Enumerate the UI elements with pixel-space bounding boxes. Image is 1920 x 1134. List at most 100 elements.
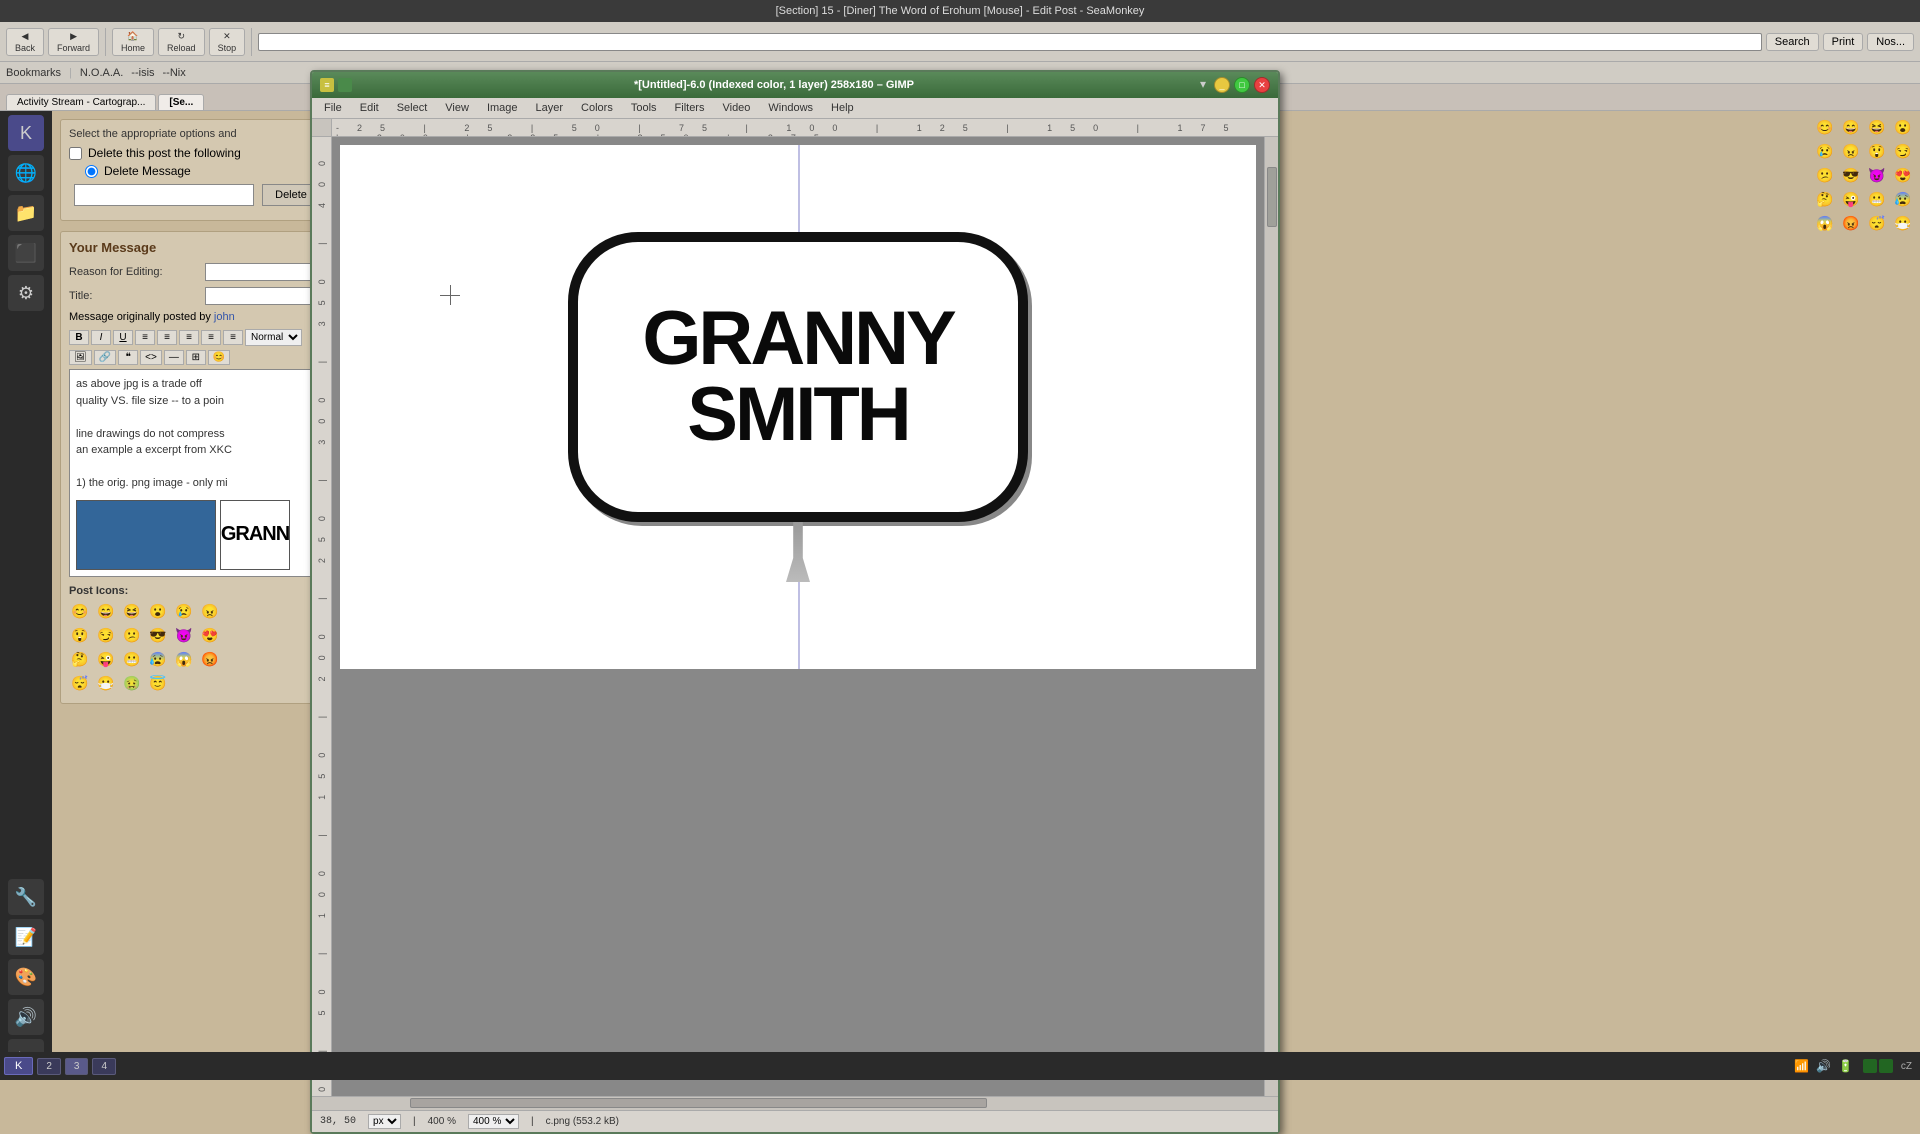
emoji-btn-5[interactable]: 😠: [199, 601, 221, 623]
emoji-btn-7[interactable]: 😏: [95, 625, 117, 647]
emoji-btn-6[interactable]: 😲: [69, 625, 91, 647]
emoji-btn-8[interactable]: 😕: [121, 625, 143, 647]
emoji-btn-13[interactable]: 😜: [95, 649, 117, 671]
gimp-unit-select[interactable]: px: [368, 1114, 401, 1129]
reload-button[interactable]: ↻ Reload: [158, 28, 205, 56]
bookmark-noaa[interactable]: N.O.A.A.: [80, 67, 123, 79]
right-emoji-6[interactable]: 😲: [1866, 140, 1888, 162]
emoji-btn-14[interactable]: 😬: [121, 649, 143, 671]
taskbar-item-4[interactable]: 4: [92, 1058, 116, 1075]
stop-button[interactable]: ✕ Stop: [209, 28, 246, 56]
gimp-menu-layer[interactable]: Layer: [528, 100, 572, 116]
editor-italic-btn[interactable]: I: [91, 330, 111, 345]
gimp-menu-windows[interactable]: Windows: [760, 100, 821, 116]
right-emoji-12[interactable]: 🤔: [1814, 188, 1836, 210]
gimp-vertical-scrollbar[interactable]: [1264, 137, 1278, 1096]
editor-link-btn[interactable]: 🔗: [94, 350, 116, 365]
taskbar-item-2[interactable]: 2: [37, 1058, 61, 1075]
bookmark-nix[interactable]: --Nix: [163, 67, 186, 79]
delete-message-radio[interactable]: [85, 165, 98, 178]
emoji-btn-9[interactable]: 😎: [147, 625, 169, 647]
kde-settings-icon[interactable]: ⚙: [8, 275, 44, 311]
editor-font-select[interactable]: Normal: [245, 329, 302, 346]
kde-start-icon[interactable]: K: [8, 115, 44, 151]
right-emoji-0[interactable]: 😊: [1814, 116, 1836, 138]
bookmarks-label[interactable]: Bookmarks: [6, 67, 61, 79]
emoji-btn-21[interactable]: 😇: [147, 673, 169, 695]
right-emoji-15[interactable]: 😰: [1892, 188, 1914, 210]
right-emoji-10[interactable]: 😈: [1866, 164, 1888, 186]
kde-icon-3[interactable]: 🎨: [8, 959, 44, 995]
right-emoji-14[interactable]: 😬: [1866, 188, 1888, 210]
right-emoji-9[interactable]: 😎: [1840, 164, 1862, 186]
editor-quote-btn[interactable]: ❝: [118, 350, 138, 365]
reason-input[interactable]: [205, 263, 325, 281]
kde-folder-icon[interactable]: 📁: [8, 195, 44, 231]
systray-volume-icon[interactable]: 🔊: [1815, 1057, 1833, 1075]
editor-underline-btn[interactable]: U: [113, 330, 133, 345]
kde-icon-4[interactable]: 🔊: [8, 999, 44, 1035]
right-emoji-17[interactable]: 😡: [1840, 212, 1862, 234]
emoji-btn-10[interactable]: 😈: [173, 625, 195, 647]
gimp-icon[interactable]: [338, 78, 352, 92]
right-emoji-1[interactable]: 😄: [1840, 116, 1862, 138]
emoji-btn-11[interactable]: 😍: [199, 625, 221, 647]
editor-emoticon-btn[interactable]: 😊: [208, 350, 230, 365]
forward-button[interactable]: ▶ Forward: [48, 28, 99, 56]
gimp-menu-image[interactable]: Image: [479, 100, 526, 116]
bookmark-isis[interactable]: --isis: [131, 67, 154, 79]
right-emoji-19[interactable]: 😷: [1892, 212, 1914, 234]
delete-text-input[interactable]: [74, 184, 254, 206]
gimp-maximize-btn[interactable]: □: [1234, 77, 1250, 93]
emoji-btn-19[interactable]: 😷: [95, 673, 117, 695]
kde-icon-1[interactable]: 🔧: [8, 879, 44, 915]
kde-terminal-icon[interactable]: ⬛: [8, 235, 44, 271]
print-button[interactable]: Print: [1823, 33, 1864, 51]
editor-align-left-btn[interactable]: ≡: [135, 330, 155, 345]
editor-img-btn[interactable]: 🖼: [69, 350, 92, 365]
gimp-menu-video[interactable]: Video: [714, 100, 758, 116]
home-button[interactable]: 🏠 Home: [112, 28, 154, 56]
kde-browser-icon[interactable]: 🌐: [8, 155, 44, 191]
editor-bold-btn[interactable]: B: [69, 330, 89, 345]
editor-align-right-btn[interactable]: ≡: [179, 330, 199, 345]
taskbar-start-button[interactable]: K: [4, 1057, 33, 1075]
taskbar-item-3[interactable]: 3: [65, 1058, 89, 1075]
gimp-menu-btn[interactable]: ≡: [320, 78, 334, 92]
systray-battery-icon[interactable]: 🔋: [1837, 1057, 1855, 1075]
gimp-menu-select[interactable]: Select: [389, 100, 436, 116]
gimp-menu-view[interactable]: View: [437, 100, 477, 116]
emoji-btn-4[interactable]: 😢: [173, 601, 195, 623]
emoji-btn-1[interactable]: 😄: [95, 601, 117, 623]
delete-checkbox[interactable]: [69, 147, 82, 160]
systray-green-1[interactable]: [1863, 1059, 1877, 1073]
emoji-btn-3[interactable]: 😮: [147, 601, 169, 623]
back-button[interactable]: ◀ Back: [6, 28, 44, 56]
gimp-menu-edit[interactable]: Edit: [352, 100, 387, 116]
right-emoji-2[interactable]: 😆: [1866, 116, 1888, 138]
right-emoji-11[interactable]: 😍: [1892, 164, 1914, 186]
gimp-menu-file[interactable]: File: [316, 100, 350, 116]
editor-table-btn[interactable]: ⊞: [186, 350, 206, 365]
emoji-btn-12[interactable]: 🤔: [69, 649, 91, 671]
gimp-scrollbar-thumb[interactable]: [1267, 167, 1277, 227]
right-emoji-16[interactable]: 😱: [1814, 212, 1836, 234]
search-button[interactable]: Search: [1766, 33, 1819, 51]
gimp-zoom-select[interactable]: 400 %: [468, 1114, 519, 1129]
message-box[interactable]: as above jpg is a trade off quality VS. …: [69, 369, 345, 577]
emoji-btn-18[interactable]: 😴: [69, 673, 91, 695]
emoji-btn-16[interactable]: 😱: [173, 649, 195, 671]
poster-name-link[interactable]: john: [214, 311, 235, 323]
emoji-btn-20[interactable]: 🤢: [121, 673, 143, 695]
gimp-minimize-btn[interactable]: _: [1214, 77, 1230, 93]
right-emoji-4[interactable]: 😢: [1814, 140, 1836, 162]
tab-section[interactable]: [Se...: [158, 94, 204, 110]
emoji-btn-15[interactable]: 😰: [147, 649, 169, 671]
tab-activity-stream[interactable]: Activity Stream - Cartograp...: [6, 94, 156, 110]
gimp-hscrollbar-thumb[interactable]: [410, 1098, 987, 1108]
systray-network-icon[interactable]: 📶: [1793, 1057, 1811, 1075]
kde-icon-2[interactable]: 📝: [8, 919, 44, 955]
editor-list2-btn[interactable]: ≡: [223, 330, 243, 345]
gimp-menu-help[interactable]: Help: [823, 100, 862, 116]
right-emoji-3[interactable]: 😮: [1892, 116, 1914, 138]
